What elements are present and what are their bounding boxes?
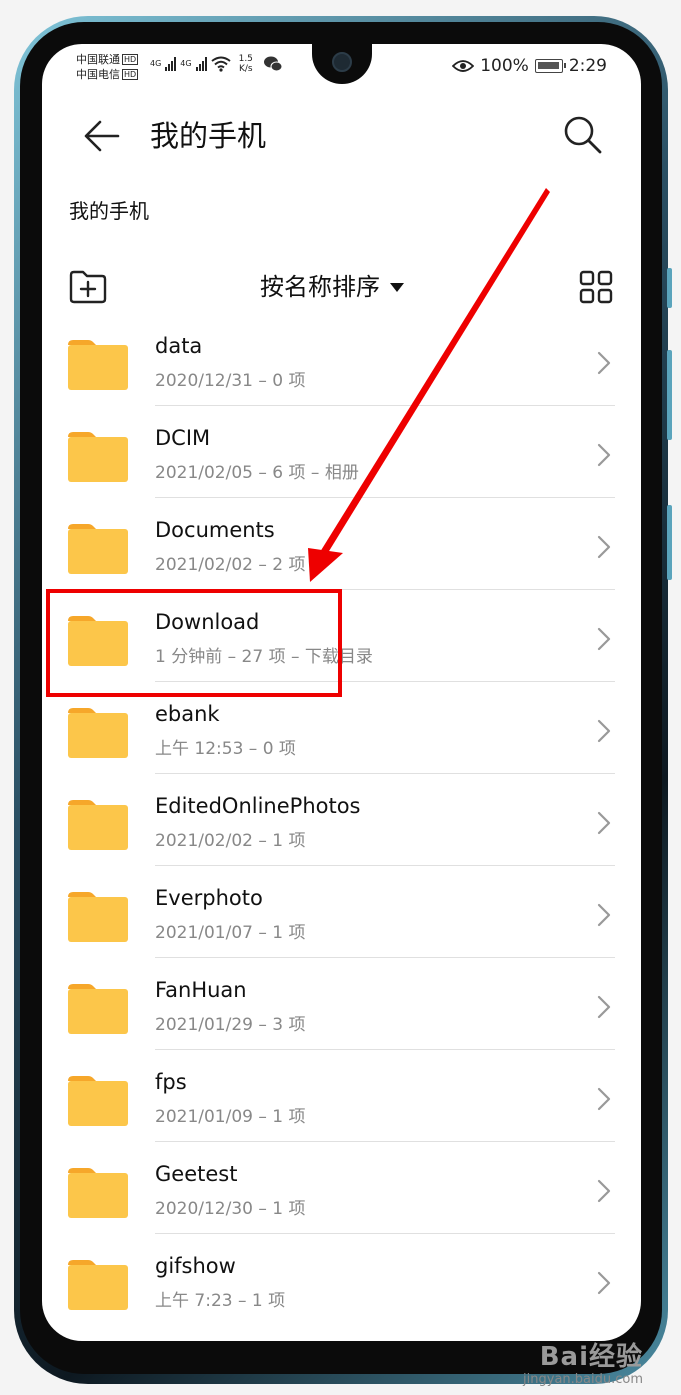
annotation-highlight-box [46,589,342,697]
folder-icon [68,524,128,574]
file-meta: 2020/12/31 – 0 项 [155,371,306,391]
sort-button[interactable]: 按名称排序 [260,270,404,304]
folder-icon [68,984,128,1034]
folder-icon [68,1168,128,1218]
network-type-1: 4G [150,59,162,68]
signal-icon [195,57,207,71]
file-meta: 2021/02/02 – 1 项 [155,831,306,851]
chevron-right-icon [597,627,611,651]
battery-icon [534,59,566,73]
back-arrow-icon[interactable] [82,116,122,156]
dropdown-triangle-icon [390,282,404,292]
wechat-icon [263,56,283,72]
folder-icon [68,708,128,758]
front-camera [332,52,352,72]
page-title: 我的手机 [150,119,267,153]
chevron-right-icon [597,1087,611,1111]
chevron-right-icon [597,443,611,467]
watermark: Bai经验 jingyan.baidu.com [523,1342,643,1387]
file-name: DCIM [155,426,211,450]
eye-icon [452,60,475,72]
folder-icon [68,1260,128,1310]
file-meta: 上午 12:53 – 0 项 [155,739,296,759]
file-meta: 上午 7:23 – 1 项 [155,1291,286,1311]
wifi-icon [210,56,231,72]
file-name: Everphoto [155,886,263,910]
speed-value: 1.5 [238,54,253,64]
chevron-right-icon [597,351,611,375]
file-item[interactable]: FanHuan 2021/01/29 – 3 项 [42,944,641,1050]
file-meta: 2021/02/02 – 2 项 [155,555,306,575]
file-meta: 2020/12/30 – 1 项 [155,1199,306,1219]
status-right: 100% 2:29 [452,56,607,76]
grid-view-icon[interactable] [579,270,613,304]
file-item[interactable]: EditedOnlinePhotos 2021/02/02 – 1 项 [42,760,641,866]
power-button [667,505,672,580]
chevron-right-icon [597,995,611,1019]
hd-badge: HD [122,54,139,65]
folder-icon [68,340,128,390]
chevron-right-icon [597,903,611,927]
file-item[interactable]: Geetest 2020/12/30 – 1 项 [42,1128,641,1234]
hd-badge: HD [122,69,139,80]
signal-icon [165,57,177,71]
battery-percent: 100% [480,56,529,76]
file-meta: 2021/01/09 – 1 项 [155,1107,306,1127]
folder-icon [68,800,128,850]
battery-level [537,62,559,69]
file-name: Geetest [155,1162,238,1186]
chevron-right-icon [597,535,611,559]
signal-group: 4G 4G 1.5 K/s [150,54,283,74]
clock: 2:29 [568,56,607,76]
notch [312,44,372,84]
chevron-right-icon [597,719,611,743]
file-list: data 2020/12/31 – 0 项 DCIM 2021/02/05 – 6 项… [42,300,641,1312]
file-name: data [155,334,203,358]
network-speed: 1.5 K/s [239,54,253,74]
file-name: FanHuan [155,978,247,1002]
file-item[interactable]: DCIM 2021/02/05 – 6 项 – 相册 [42,392,641,498]
file-name: EditedOnlinePhotos [155,794,361,818]
folder-icon [68,432,128,482]
file-name: gifshow [155,1254,236,1278]
file-meta: 2021/02/05 – 6 项 – 相册 [155,463,359,483]
file-meta: 2021/01/29 – 3 项 [155,1015,306,1035]
carrier-2: 中国电信 [76,68,120,81]
folder-icon [68,1076,128,1126]
watermark-logo: Bai经验 [539,1342,643,1372]
speed-unit: K/s [238,64,253,74]
file-name: ebank [155,702,220,726]
watermark-url: jingyan.baidu.com [523,1372,643,1387]
volume-button [667,268,672,308]
file-item[interactable]: gifshow 上午 7:23 – 1 项 [42,1220,641,1312]
carrier-1: 中国联通 [76,53,120,66]
sort-label: 按名称排序 [260,273,380,301]
file-item[interactable]: data 2020/12/31 – 0 项 [42,300,641,406]
chevron-right-icon [597,1271,611,1295]
file-item[interactable]: Documents 2021/02/02 – 2 项 [42,484,641,590]
chevron-right-icon [597,811,611,835]
chevron-right-icon [597,1179,611,1203]
search-icon[interactable] [562,114,604,156]
breadcrumb[interactable]: 我的手机 [69,198,149,224]
file-item[interactable]: fps 2021/01/09 – 1 项 [42,1036,641,1142]
folder-icon [68,892,128,942]
file-name: Documents [155,518,275,542]
volume-button-long [667,350,672,440]
file-item[interactable]: Everphoto 2021/01/07 – 1 项 [42,852,641,958]
carrier-info: 中国联通 HD 中国电信 HD [76,52,139,82]
file-name: fps [155,1070,187,1094]
network-type-2: 4G [180,59,192,68]
new-folder-icon[interactable] [68,270,108,304]
file-meta: 2021/01/07 – 1 项 [155,923,306,943]
